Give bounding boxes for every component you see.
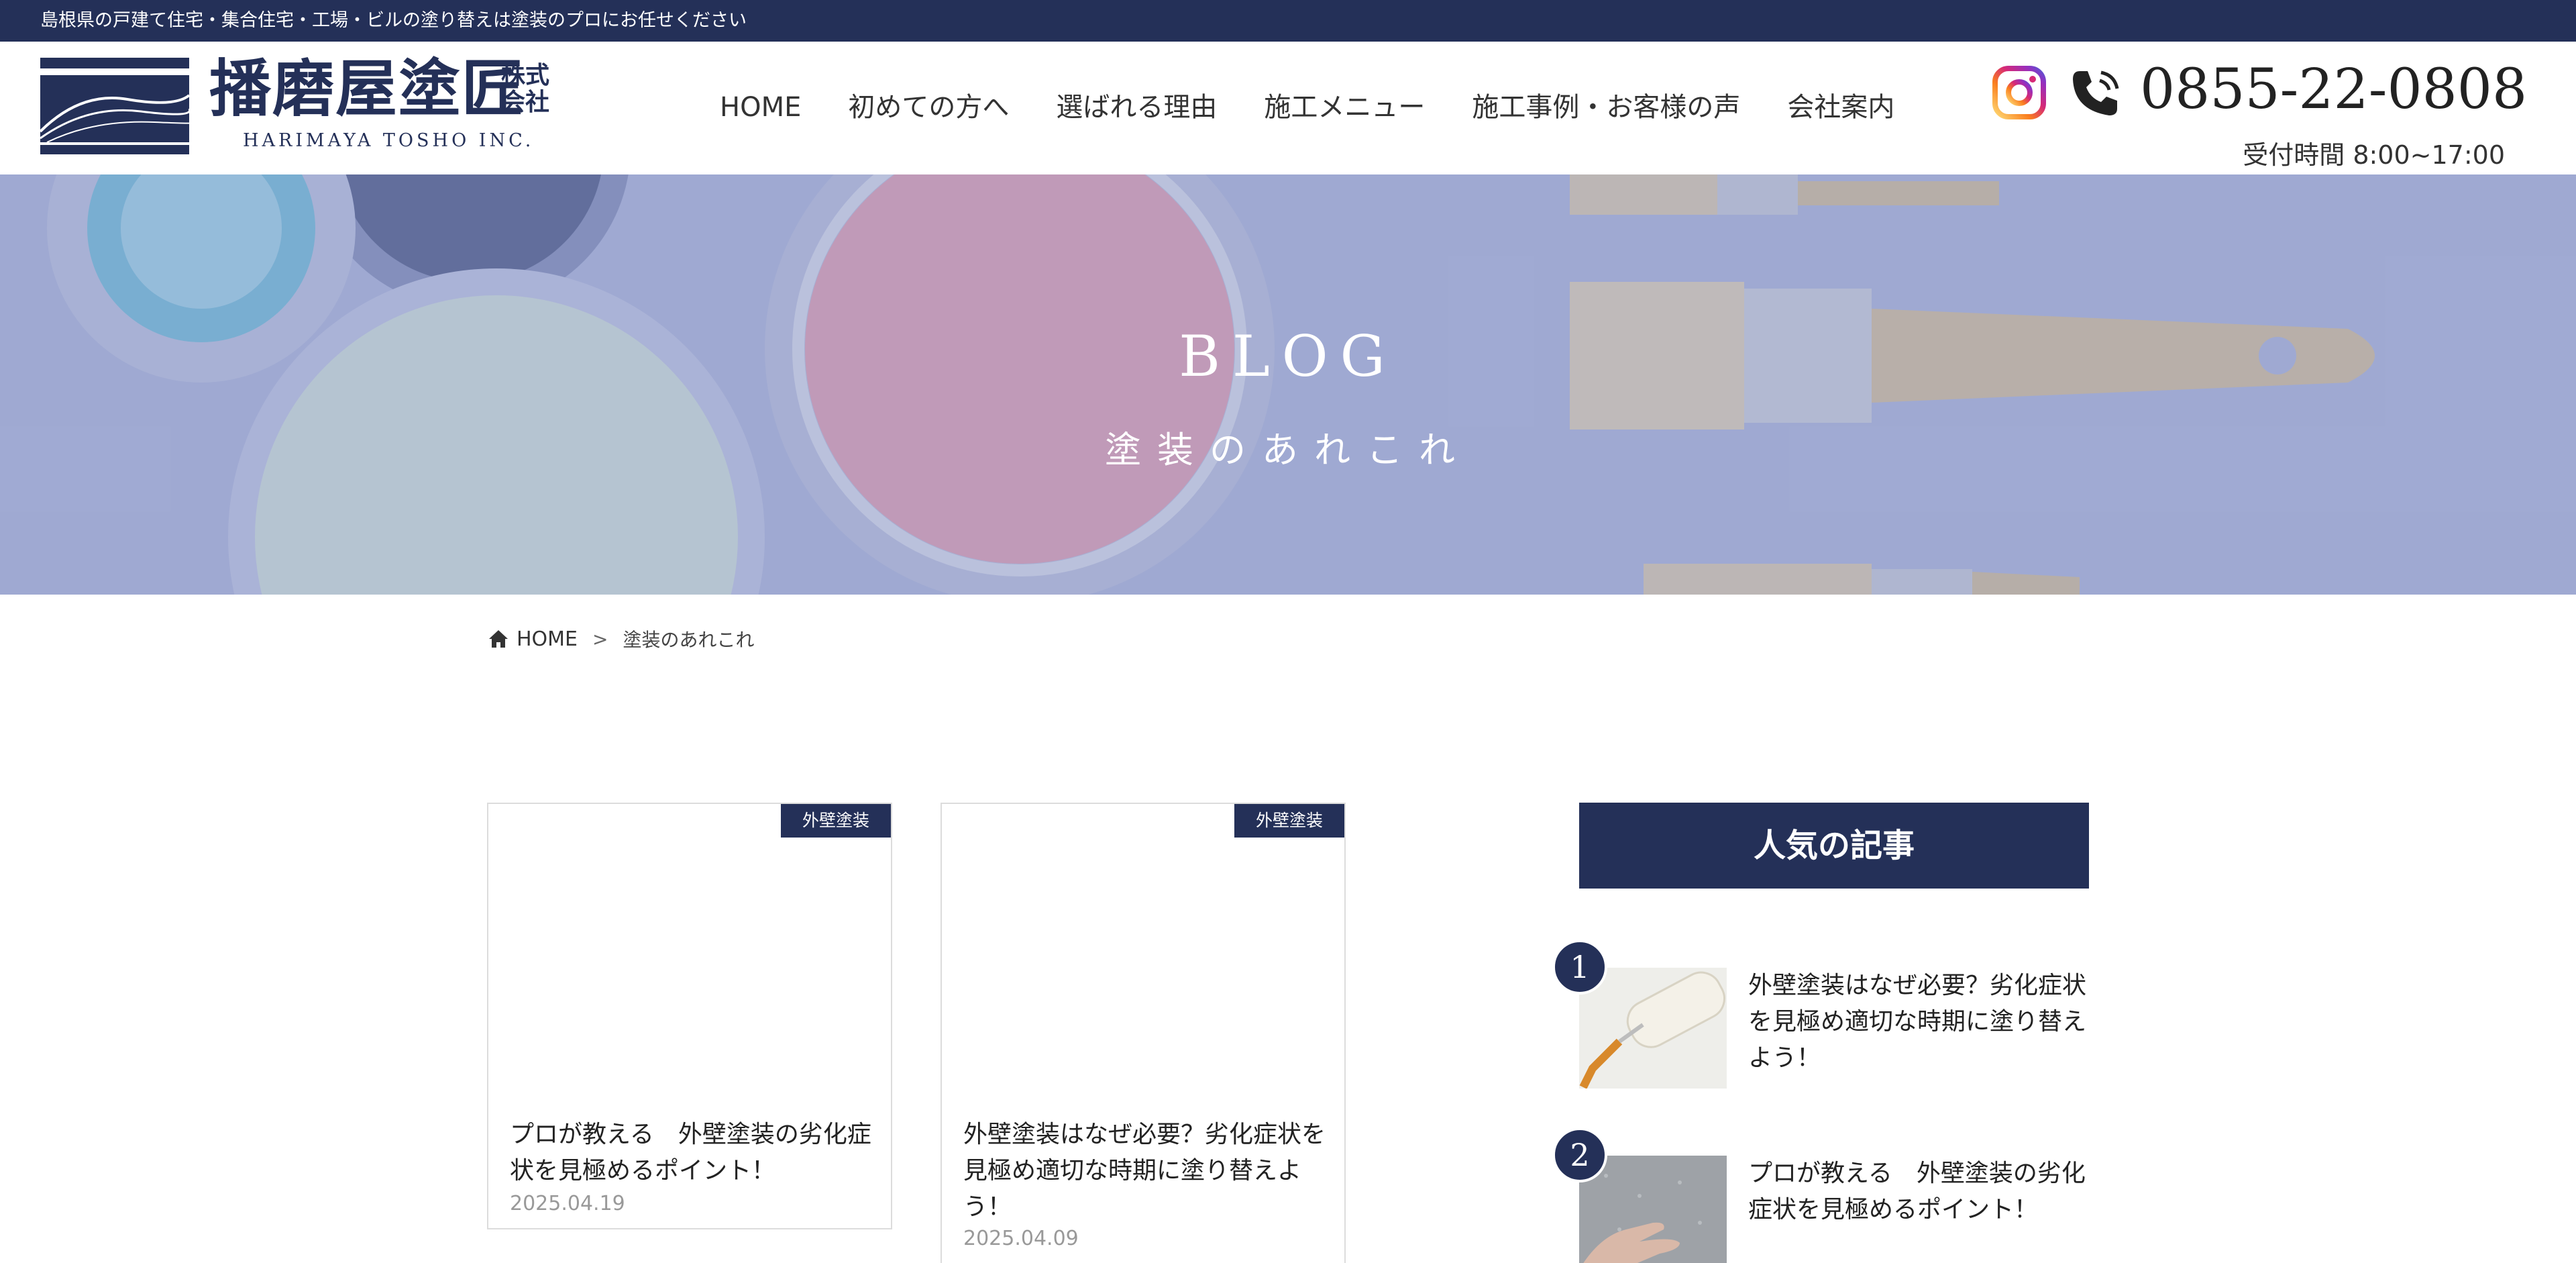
article-date: 2025.04.09 [963, 1227, 1079, 1250]
popular-articles-heading: 人気の記事 [1579, 803, 2089, 889]
breadcrumb-home-link[interactable]: HOME [517, 627, 578, 651]
home-icon [489, 630, 508, 648]
article-category-tag[interactable]: 外壁塗装 [1234, 804, 1344, 838]
phone-icon [2073, 70, 2119, 115]
nav-item-company[interactable]: 会社案内 [1764, 89, 1918, 126]
nav-item-home[interactable]: HOME [696, 89, 824, 126]
breadcrumb-current: 塗装のあれこれ [623, 629, 755, 651]
site-logo[interactable]: 播磨屋塗匠 株式会社 HARIMAYA TOSHO INC. [40, 55, 557, 162]
instagram-icon[interactable] [1992, 66, 2046, 119]
hero-banner: BLOG 塗装のあれこれ [0, 174, 2576, 595]
breadcrumb: HOME > 塗装のあれこれ [487, 625, 755, 652]
logo-name: 播磨屋塗匠 [209, 52, 525, 125]
business-hours: 受付時間 8:00~17:00 [2243, 140, 2505, 170]
phone-number[interactable]: 0855-22-0808 [2140, 59, 2527, 121]
logo-corp: 株式会社 [500, 61, 549, 116]
popular-article-rank: 2 [1552, 1127, 1607, 1182]
article-card[interactable]: 外壁塗装 外壁塗装はなぜ必要？劣化症状を見極め適切な時期に塗り替えよう！ 202… [941, 803, 1346, 1263]
hero-title: BLOG [1179, 323, 1397, 389]
top-announcement-bar: 島根県の戸建て住宅・集合住宅・工場・ビルの塗り替えは塗装のプロにお任せください [0, 0, 2576, 42]
site-header: 播磨屋塗匠 株式会社 HARIMAYA TOSHO INC. HOME 初めての… [0, 42, 2576, 174]
top-announcement-text: 島根県の戸建て住宅・集合住宅・工場・ビルの塗り替えは塗装のプロにお任せください [40, 10, 747, 31]
paint-roller-image [1579, 968, 1727, 1089]
article-title[interactable]: プロが教える 外壁塗装の劣化症状を見極めるポイント！ [510, 1117, 872, 1189]
article-title[interactable]: 外壁塗装はなぜ必要？劣化症状を見極め適切な時期に塗り替えよう！ [963, 1117, 1326, 1225]
article-thumbnail[interactable] [942, 804, 1344, 1099]
nav-item-menu[interactable]: 施工メニュー [1240, 89, 1448, 126]
popular-article-thumbnail[interactable] [1579, 968, 1727, 1089]
hero-subtitle: 塗装のあれこれ [1105, 429, 1471, 471]
popular-article-title[interactable]: 外壁塗装はなぜ必要？劣化症状を見極め適切な時期に塗り替えよう！ [1748, 968, 2090, 1076]
popular-article-item[interactable]: 2 プロが教える 外壁塗装の劣化症状を見極めるポイント！ [1552, 1127, 2090, 1263]
global-nav: HOME 初めての方へ 選ばれる理由 施工メニュー 施工事例・お客様の声 会社案… [696, 89, 1918, 126]
header-contact: 0855-22-0808 受付時間 8:00~17:00 [1992, 55, 2529, 170]
article-thumbnail[interactable] [488, 804, 891, 1099]
nav-item-reasons[interactable]: 選ばれる理由 [1032, 89, 1240, 126]
breadcrumb-separator: > [592, 627, 608, 650]
popular-article-title[interactable]: プロが教える 外壁塗装の劣化症状を見極めるポイント！ [1748, 1156, 2090, 1228]
nav-item-first-time[interactable]: 初めての方へ [824, 89, 1032, 126]
nav-item-works[interactable]: 施工事例・お客様の声 [1448, 89, 1764, 126]
article-card[interactable]: 外壁塗装 プロが教える 外壁塗装の劣化症状を見極めるポイント！ 2025.04.… [487, 803, 892, 1229]
logo-mark-icon [40, 58, 189, 154]
logo-english-name: HARIMAYA TOSHO INC. [243, 130, 535, 151]
popular-article-item[interactable]: 1 外壁塗装はなぜ必要？劣化症状を見極め適切な時期に塗り替えよう！ [1552, 940, 2089, 1089]
article-date: 2025.04.19 [510, 1192, 625, 1215]
article-category-tag[interactable]: 外壁塗装 [780, 804, 891, 838]
popular-article-rank: 1 [1552, 940, 1607, 995]
